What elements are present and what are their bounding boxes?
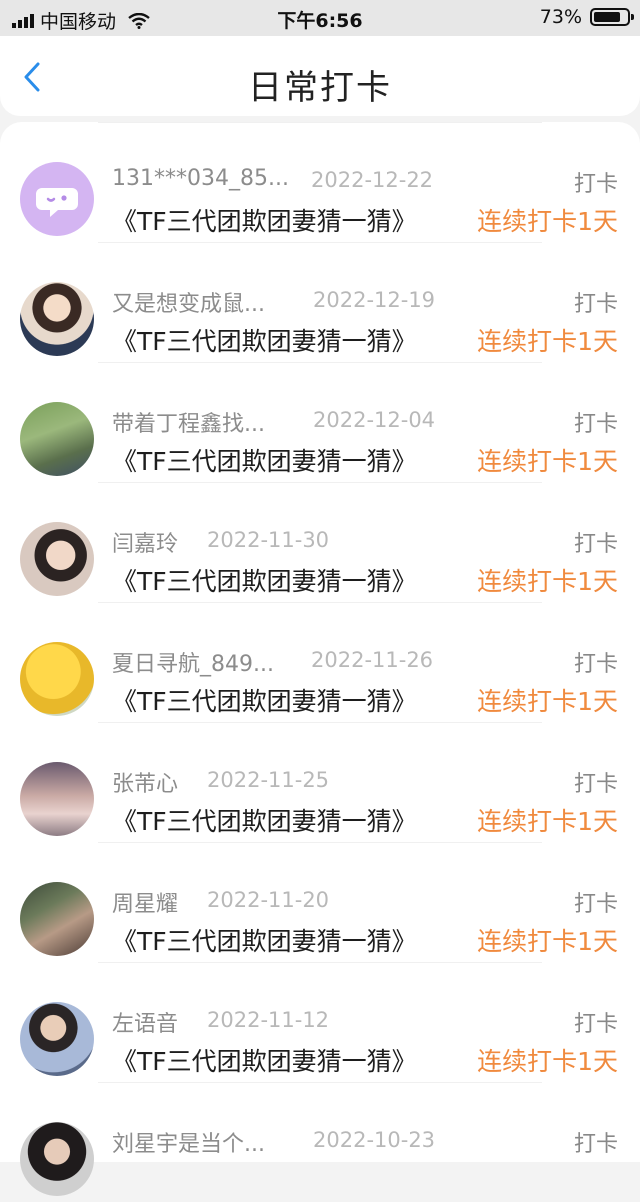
checkin-date: 2022-11-26 [311,648,434,672]
user-avatar [20,762,94,836]
checkin-date: 2022-11-25 [207,768,330,792]
list-item[interactable]: 夏日寻航_849... 2022-11-26 打卡 《TF三代团欺团妻猜一猜》 … [0,602,640,722]
checkin-date: 2022-11-12 [207,1008,330,1032]
streak-label: 连续打卡1天 [477,207,618,236]
divider [98,1082,542,1083]
course-title: 《TF三代团欺团妻猜一猜》 [112,327,417,356]
checkin-list: 131***034_85... 2022-12-22 打卡 《TF三代团欺团妻猜… [0,122,640,1196]
list-item[interactable]: 又是想变成鼠... 2022-12-19 打卡 《TF三代团欺团妻猜一猜》 连续… [0,242,640,362]
user-avatar [20,642,94,716]
course-title: 《TF三代团欺团妻猜一猜》 [112,807,417,836]
streak-label: 连续打卡1天 [477,687,618,716]
user-avatar [20,282,94,356]
course-title: 《TF三代团欺团妻猜一猜》 [112,207,417,236]
list-item[interactable]: 闫嘉玲 2022-11-30 打卡 《TF三代团欺团妻猜一猜》 连续打卡1天 [0,482,640,602]
checkin-action: 打卡 [573,1012,618,1037]
list-item[interactable]: 左语音 2022-11-12 打卡 《TF三代团欺团妻猜一猜》 连续打卡1天 [0,962,640,1082]
checkin-action: 打卡 [573,412,618,437]
user-name: 张芾心 [112,772,179,797]
user-name: 夏日寻航_849... [112,652,274,677]
divider [98,482,542,483]
user-name: 又是想变成鼠... [112,292,265,317]
checkin-date: 2022-12-22 [311,168,434,192]
divider [98,602,542,603]
divider [98,362,542,363]
checkin-date: 2022-12-04 [313,408,436,432]
streak-label: 连续打卡1天 [477,1047,618,1076]
checkin-date: 2022-10-23 [313,1128,436,1152]
streak-label: 连续打卡1天 [477,807,618,836]
checkin-action: 打卡 [573,892,618,917]
battery-icon [590,8,634,26]
checkin-date: 2022-12-19 [313,288,436,312]
nav-bar: 日常打卡 [0,36,640,116]
user-name: 131***034_85... [112,166,289,191]
user-name: 闫嘉玲 [112,532,179,557]
user-name: 刘星宇是当个... [112,1132,265,1157]
user-name: 带着丁程鑫找... [112,412,265,437]
list-item[interactable]: 刘星宇是当个... 2022-10-23 打卡 [0,1082,640,1202]
checkin-action: 打卡 [573,1132,618,1157]
user-avatar [20,522,94,596]
streak-label: 连续打卡1天 [477,567,618,596]
user-avatar [20,1122,94,1196]
course-title: 《TF三代团欺团妻猜一猜》 [112,927,417,956]
checkin-date: 2022-11-20 [207,888,330,912]
chat-bubble-icon [20,162,94,236]
course-title: 《TF三代团欺团妻猜一猜》 [112,687,417,716]
list-item[interactable]: 131***034_85... 2022-12-22 打卡 《TF三代团欺团妻猜… [0,122,640,242]
user-avatar [20,1002,94,1076]
status-bar: 中国移动 下午6:56 73% [0,0,640,36]
list-item[interactable]: 带着丁程鑫找... 2022-12-04 打卡 《TF三代团欺团妻猜一猜》 连续… [0,362,640,482]
page-title: 日常打卡 [248,68,392,108]
battery-percent: 73% [539,6,582,28]
divider [98,242,542,243]
divider [98,122,542,123]
user-name: 周星耀 [112,892,179,917]
divider [98,722,542,723]
checkin-action: 打卡 [573,172,618,197]
checkin-action: 打卡 [573,292,618,317]
course-title: 《TF三代团欺团妻猜一猜》 [112,1047,417,1076]
user-name: 左语音 [112,1012,179,1037]
streak-label: 连续打卡1天 [477,327,618,356]
streak-label: 连续打卡1天 [477,447,618,476]
course-title: 《TF三代团欺团妻猜一猜》 [112,567,417,596]
list-item[interactable]: 周星耀 2022-11-20 打卡 《TF三代团欺团妻猜一猜》 连续打卡1天 [0,842,640,962]
user-avatar [20,882,94,956]
list-item[interactable]: 张芾心 2022-11-25 打卡 《TF三代团欺团妻猜一猜》 连续打卡1天 [0,722,640,842]
checkin-date: 2022-11-30 [207,528,330,552]
divider [98,962,542,963]
course-title: 《TF三代团欺团妻猜一猜》 [112,447,417,476]
status-right: 73% [539,6,634,28]
user-avatar [20,402,94,476]
divider [98,842,542,843]
checkin-action: 打卡 [573,532,618,557]
streak-label: 连续打卡1天 [477,927,618,956]
checkin-action: 打卡 [573,772,618,797]
checkin-action: 打卡 [573,652,618,677]
